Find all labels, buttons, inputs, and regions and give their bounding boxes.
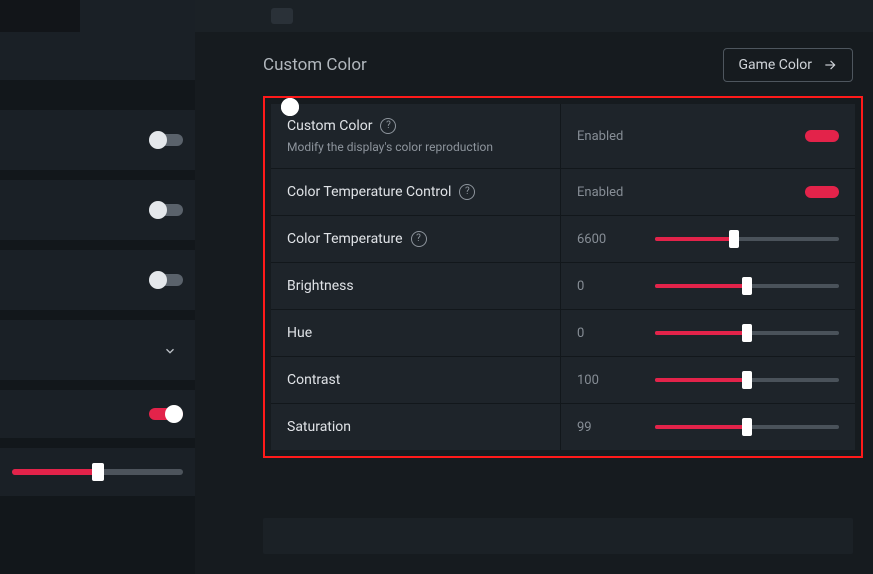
panel-slider[interactable] <box>655 324 839 342</box>
sidebar-toggle-2[interactable] <box>149 201 183 219</box>
panel-slider[interactable] <box>655 371 839 389</box>
panel-label: Color Temperature <box>287 231 403 247</box>
sidebar-row-1: ted <box>0 110 195 170</box>
panel-row: Custom Color? Modify the display's color … <box>271 104 855 169</box>
panel-label-cell: Saturation <box>271 404 561 450</box>
toolbar-strip <box>195 0 873 32</box>
sidebar-row-2 <box>0 180 195 240</box>
page-title: Custom Color <box>263 55 367 75</box>
game-color-button-label: Game Color <box>738 57 812 73</box>
panel-value-text: Enabled <box>577 129 647 144</box>
panel-label: Brightness <box>287 278 354 294</box>
panel-value-cell: 0 <box>561 310 855 356</box>
panel-toggle[interactable] <box>805 127 839 145</box>
panel-row: Brightness 0 <box>271 263 855 310</box>
sidebar-top <box>0 0 195 80</box>
panel-label-cell: Color Temperature Control? <box>271 169 561 215</box>
panel-label: Color Temperature Control <box>287 184 451 200</box>
sidebar-row-slider <box>0 448 195 496</box>
game-color-button[interactable]: Game Color <box>723 48 853 82</box>
panel-label-cell: Contrast <box>271 357 561 403</box>
panel-label-cell: Hue <box>271 310 561 356</box>
panel-row: Saturation 99 <box>271 404 855 450</box>
sidebar-slider[interactable] <box>12 469 183 475</box>
panel-row: Color Temperature? 6600 <box>271 216 855 263</box>
panel-value-text: 6600 <box>577 232 647 247</box>
panel-value-cell: Enabled <box>561 169 855 215</box>
panel-value-cell: 100 <box>561 357 855 403</box>
chevron-down-icon <box>163 344 177 358</box>
panel-row: Color Temperature Control? Enabled <box>271 169 855 216</box>
panel-slider[interactable] <box>655 418 839 436</box>
section-header: Custom Color Game Color <box>263 48 853 82</box>
sidebar-toggle-1[interactable] <box>149 131 183 149</box>
sidebar-row-3 <box>0 250 195 310</box>
panel-label-sub: Modify the display's color reproduction <box>287 140 544 154</box>
panel-label: Hue <box>287 325 312 341</box>
sidebar-top-dark-block <box>0 0 80 32</box>
panel-label: Custom Color <box>287 118 372 134</box>
panel-label: Saturation <box>287 419 351 435</box>
sidebar-toggle-3[interactable] <box>149 271 183 289</box>
panel-value-text: 100 <box>577 373 647 388</box>
arrow-right-icon <box>822 58 838 72</box>
footer-strip <box>263 518 853 554</box>
sidebar: ted ect ratio <box>0 0 195 574</box>
panel-slider[interactable] <box>655 230 839 248</box>
main-area: Custom Color Game Color Custom Color? Mod… <box>195 0 873 574</box>
panel-value-cell: Enabled <box>561 104 855 168</box>
sidebar-toggle-5[interactable] <box>149 405 183 423</box>
sidebar-row-5 <box>0 390 195 438</box>
panel-label-cell: Color Temperature? <box>271 216 561 262</box>
panel-value-text: 0 <box>577 279 647 294</box>
panel-label-cell: Custom Color? Modify the display's color … <box>271 104 561 168</box>
help-icon[interactable]: ? <box>459 184 475 200</box>
panel-row: Contrast 100 <box>271 357 855 404</box>
panel-value-cell: 6600 <box>561 216 855 262</box>
panel-value-text: 99 <box>577 420 647 435</box>
custom-color-panel: Custom Color? Modify the display's color … <box>263 96 863 458</box>
panel-value-cell: 99 <box>561 404 855 450</box>
panel-slider[interactable] <box>655 277 839 295</box>
panel-value-cell: 0 <box>561 263 855 309</box>
help-icon[interactable]: ? <box>411 231 427 247</box>
panel-toggle[interactable] <box>805 183 839 201</box>
panel-row: Hue 0 <box>271 310 855 357</box>
panel-label: Contrast <box>287 372 340 388</box>
panel-value-text: Enabled <box>577 185 647 200</box>
help-icon[interactable]: ? <box>380 118 396 134</box>
panel-value-text: 0 <box>577 326 647 341</box>
sidebar-row-aspect-ratio[interactable]: ect ratio <box>0 320 195 380</box>
panel-label-cell: Brightness <box>271 263 561 309</box>
